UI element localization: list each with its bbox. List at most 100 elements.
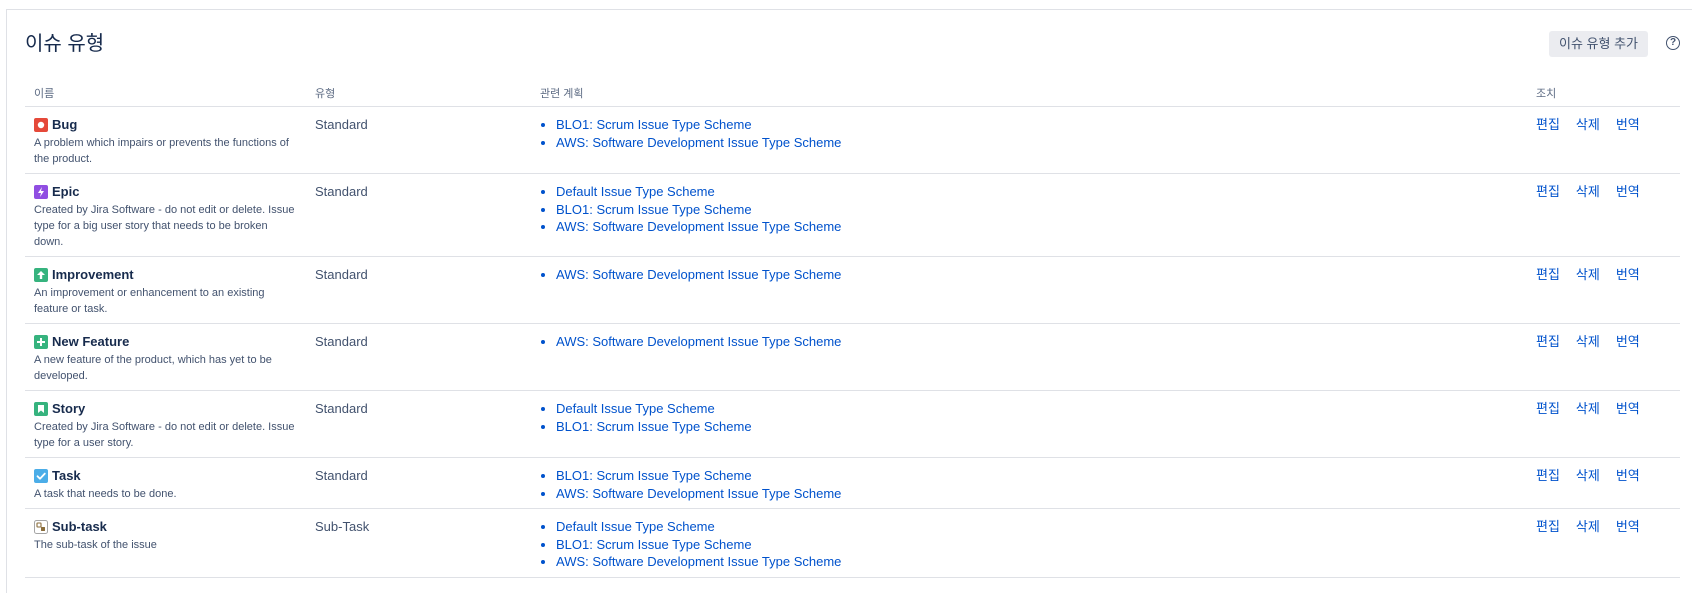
issue-type-description: A new feature of the product, which has … xyxy=(34,354,272,382)
related-schemes-cell: BLO1: Scrum Issue Type Scheme AWS: Softwa… xyxy=(531,457,1527,509)
issue-type-description: An improvement or enhancement to an exis… xyxy=(34,287,265,315)
scheme-list: AWS: Software Development Issue Type Sch… xyxy=(540,266,1527,284)
delete-link[interactable]: 삭제 xyxy=(1576,116,1600,133)
issue-type-kind-cell: Sub-Task xyxy=(306,508,531,578)
story-icon xyxy=(34,401,48,416)
translate-link[interactable]: 번역 xyxy=(1616,183,1640,200)
actions-cell: 편집 삭제 번역 xyxy=(1527,323,1680,391)
delete-link[interactable]: 삭제 xyxy=(1576,183,1600,200)
edit-link[interactable]: 편집 xyxy=(1536,333,1560,350)
actions-cell: 편집 삭제 번역 xyxy=(1527,106,1680,174)
actions-cell: 편집 삭제 번역 xyxy=(1527,390,1680,458)
translate-link[interactable]: 번역 xyxy=(1616,467,1640,484)
list-item: Default Issue Type Scheme xyxy=(556,400,1527,418)
issue-type-name-cell: Epic Created by Jira Software - do not ed… xyxy=(25,173,306,257)
related-schemes-cell: AWS: Software Development Issue Type Sch… xyxy=(531,256,1527,324)
help-icon[interactable]: ? xyxy=(1666,36,1680,50)
list-item: BLO1: Scrum Issue Type Scheme xyxy=(556,201,1527,219)
issue-type-name-cell: Bug A problem which impairs or prevents t… xyxy=(25,106,306,174)
delete-link[interactable]: 삭제 xyxy=(1576,518,1600,535)
issue-type-name: Sub-task xyxy=(52,519,107,534)
scheme-link[interactable]: Default Issue Type Scheme xyxy=(556,401,715,416)
page-header: 이슈 유형 이슈 유형 추가 ? xyxy=(25,31,1682,62)
epic-icon xyxy=(34,184,48,199)
issue-type-name: New Feature xyxy=(52,334,130,349)
delete-link[interactable]: 삭제 xyxy=(1576,400,1600,417)
list-item: Default Issue Type Scheme xyxy=(556,518,1527,536)
table-row: New Feature A new feature of the product,… xyxy=(25,323,1680,391)
scheme-list: AWS: Software Development Issue Type Sch… xyxy=(540,333,1527,351)
scheme-link[interactable]: Default Issue Type Scheme xyxy=(556,519,715,534)
table-row: Story Created by Jira Software - do not e… xyxy=(25,390,1680,458)
translate-link[interactable]: 번역 xyxy=(1616,116,1640,133)
issue-types-panel: 이슈 유형 이슈 유형 추가 ? 이름 유형 관련 계획 조치 Bug A pro… xyxy=(6,9,1692,593)
issue-type-kind: Standard xyxy=(315,117,368,132)
list-item: AWS: Software Development Issue Type Sch… xyxy=(556,553,1527,571)
issue-type-name-cell: Improvement An improvement or enhancement… xyxy=(25,256,306,324)
list-item: BLO1: Scrum Issue Type Scheme xyxy=(556,467,1527,485)
issue-type-description: Created by Jira Software - do not edit o… xyxy=(34,204,295,248)
issue-type-name-cell: Task A task that needs to be done. xyxy=(25,457,306,509)
column-header-name: 이름 xyxy=(25,80,306,107)
issue-type-name: Epic xyxy=(52,184,80,199)
issue-type-kind-cell: Standard xyxy=(306,390,531,458)
issue-type-kind: Standard xyxy=(315,468,368,483)
actions-cell: 편집 삭제 번역 xyxy=(1527,256,1680,324)
issue-type-description: Created by Jira Software - do not edit o… xyxy=(34,421,295,449)
new-feature-icon xyxy=(34,334,48,349)
issue-type-name: Improvement xyxy=(52,267,134,282)
edit-link[interactable]: 편집 xyxy=(1536,266,1560,283)
translate-link[interactable]: 번역 xyxy=(1616,266,1640,283)
issue-type-name-cell: Story Created by Jira Software - do not e… xyxy=(25,390,306,458)
scheme-link[interactable]: AWS: Software Development Issue Type Sch… xyxy=(556,219,841,234)
edit-link[interactable]: 편집 xyxy=(1536,400,1560,417)
improvement-icon xyxy=(34,267,48,282)
issue-type-kind: Standard xyxy=(315,267,368,282)
issue-type-kind: Sub-Task xyxy=(315,519,370,534)
list-item: BLO1: Scrum Issue Type Scheme xyxy=(556,536,1527,554)
scheme-link[interactable]: BLO1: Scrum Issue Type Scheme xyxy=(556,117,752,132)
translate-link[interactable]: 번역 xyxy=(1616,518,1640,535)
sub-task-icon xyxy=(34,519,48,534)
scheme-link[interactable]: BLO1: Scrum Issue Type Scheme xyxy=(556,419,752,434)
bug-icon xyxy=(34,117,48,132)
scheme-link[interactable]: BLO1: Scrum Issue Type Scheme xyxy=(556,202,752,217)
issue-type-kind-cell: Standard xyxy=(306,323,531,391)
actions-cell: 편집 삭제 번역 xyxy=(1527,457,1680,509)
translate-link[interactable]: 번역 xyxy=(1616,333,1640,350)
issue-type-kind-cell: Standard xyxy=(306,173,531,257)
list-item: AWS: Software Development Issue Type Sch… xyxy=(556,218,1527,236)
add-issue-type-button[interactable]: 이슈 유형 추가 xyxy=(1549,31,1648,57)
related-schemes-cell: Default Issue Type Scheme BLO1: Scrum Iss… xyxy=(531,508,1527,578)
delete-link[interactable]: 삭제 xyxy=(1576,333,1600,350)
scheme-link[interactable]: AWS: Software Development Issue Type Sch… xyxy=(556,486,841,501)
task-icon xyxy=(34,468,48,483)
scheme-list: Default Issue Type Scheme BLO1: Scrum Iss… xyxy=(540,183,1527,236)
scheme-link[interactable]: AWS: Software Development Issue Type Sch… xyxy=(556,554,841,569)
edit-link[interactable]: 편집 xyxy=(1536,467,1560,484)
issue-type-kind: Standard xyxy=(315,334,368,349)
scheme-link[interactable]: AWS: Software Development Issue Type Sch… xyxy=(556,267,841,282)
table-row: Bug A problem which impairs or prevents t… xyxy=(25,106,1680,174)
scheme-link[interactable]: Default Issue Type Scheme xyxy=(556,184,715,199)
table-row: Task A task that needs to be done. Standar… xyxy=(25,457,1680,509)
issue-type-name: Bug xyxy=(52,117,78,132)
translate-link[interactable]: 번역 xyxy=(1616,400,1640,417)
edit-link[interactable]: 편집 xyxy=(1536,183,1560,200)
list-item: AWS: Software Development Issue Type Sch… xyxy=(556,485,1527,503)
scheme-list: Default Issue Type Scheme BLO1: Scrum Iss… xyxy=(540,400,1527,435)
delete-link[interactable]: 삭제 xyxy=(1576,266,1600,283)
related-schemes-cell: Default Issue Type Scheme BLO1: Scrum Iss… xyxy=(531,390,1527,458)
edit-link[interactable]: 편집 xyxy=(1536,116,1560,133)
scheme-link[interactable]: BLO1: Scrum Issue Type Scheme xyxy=(556,537,752,552)
list-item: AWS: Software Development Issue Type Sch… xyxy=(556,134,1527,152)
scheme-link[interactable]: AWS: Software Development Issue Type Sch… xyxy=(556,135,841,150)
scheme-link[interactable]: AWS: Software Development Issue Type Sch… xyxy=(556,334,841,349)
scheme-link[interactable]: BLO1: Scrum Issue Type Scheme xyxy=(556,468,752,483)
actions-cell: 편집 삭제 번역 xyxy=(1527,508,1680,578)
list-item: AWS: Software Development Issue Type Sch… xyxy=(556,266,1527,284)
delete-link[interactable]: 삭제 xyxy=(1576,467,1600,484)
issue-type-name: Story xyxy=(52,401,86,416)
edit-link[interactable]: 편집 xyxy=(1536,518,1560,535)
list-item: AWS: Software Development Issue Type Sch… xyxy=(556,333,1527,351)
